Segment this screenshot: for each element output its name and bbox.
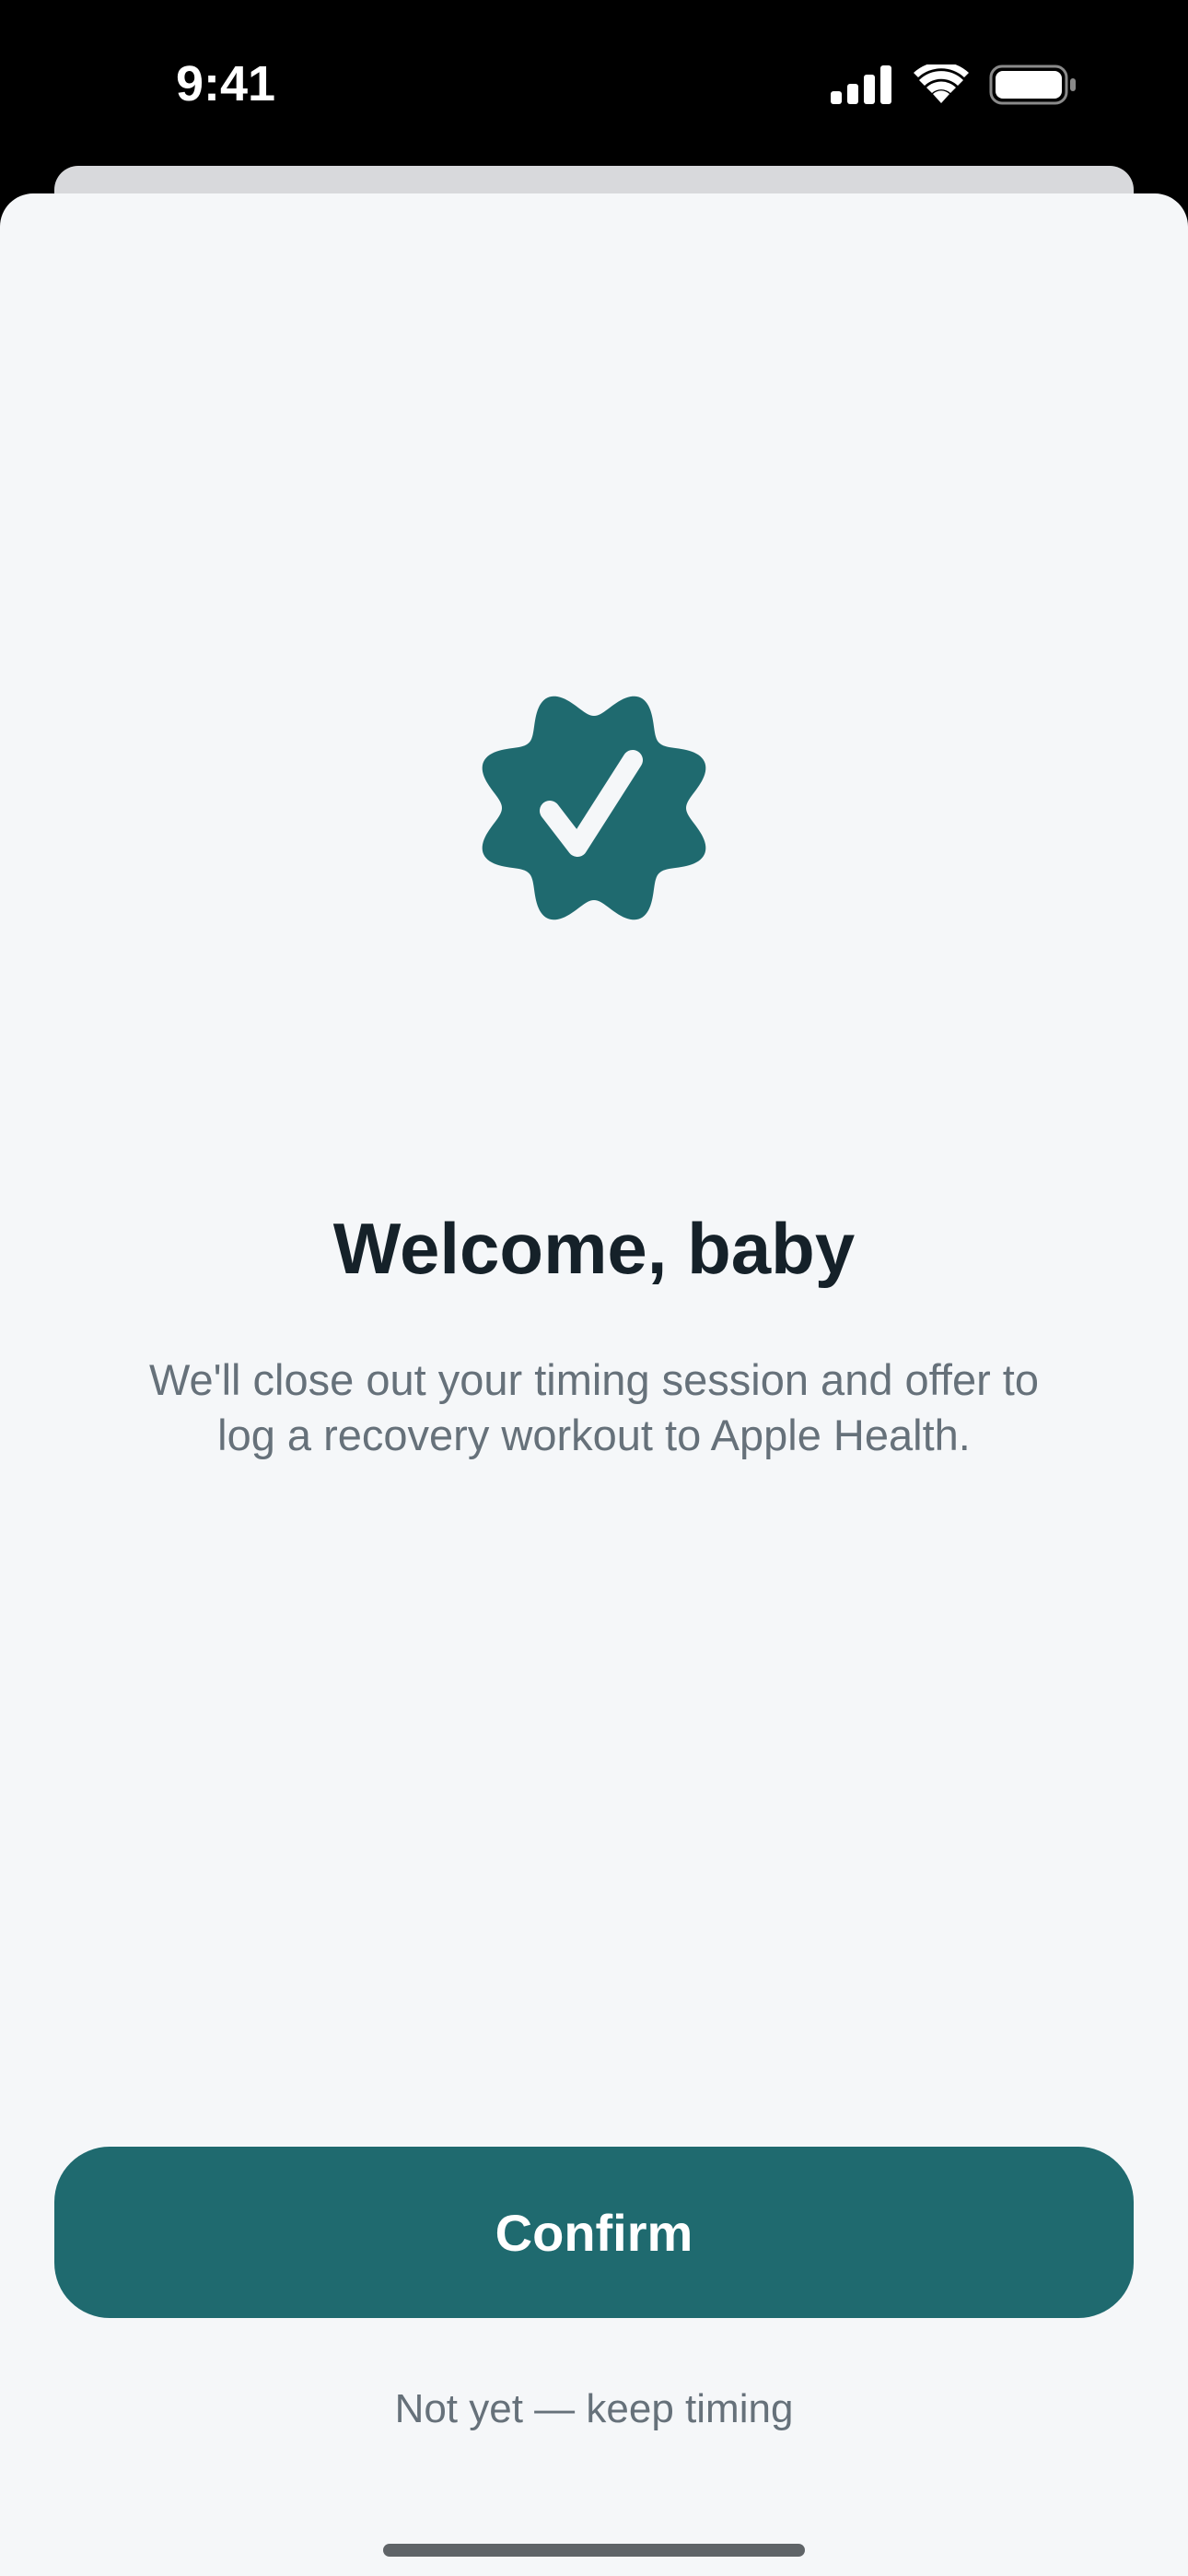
page-subtitle: We'll close out your timing session and … bbox=[148, 1355, 1039, 1459]
battery-icon bbox=[989, 64, 1077, 105]
wifi-icon bbox=[914, 64, 969, 105]
verified-checkmark-badge-icon bbox=[472, 686, 716, 930]
page-title: Welcome, baby bbox=[332, 1208, 856, 1289]
status-time: 9:41 bbox=[175, 56, 276, 111]
status-bar: 9:41 bbox=[0, 0, 1188, 166]
screen: 9:41 Welcome, baby We'll close out your … bbox=[0, 0, 1188, 2576]
cellular-signal-icon bbox=[831, 65, 893, 104]
keep-timing-link[interactable]: Not yet — keep timing bbox=[0, 2377, 1188, 2441]
status-icons bbox=[831, 57, 1077, 112]
home-indicator bbox=[383, 2544, 805, 2557]
confirm-button[interactable]: Confirm bbox=[54, 2147, 1134, 2318]
